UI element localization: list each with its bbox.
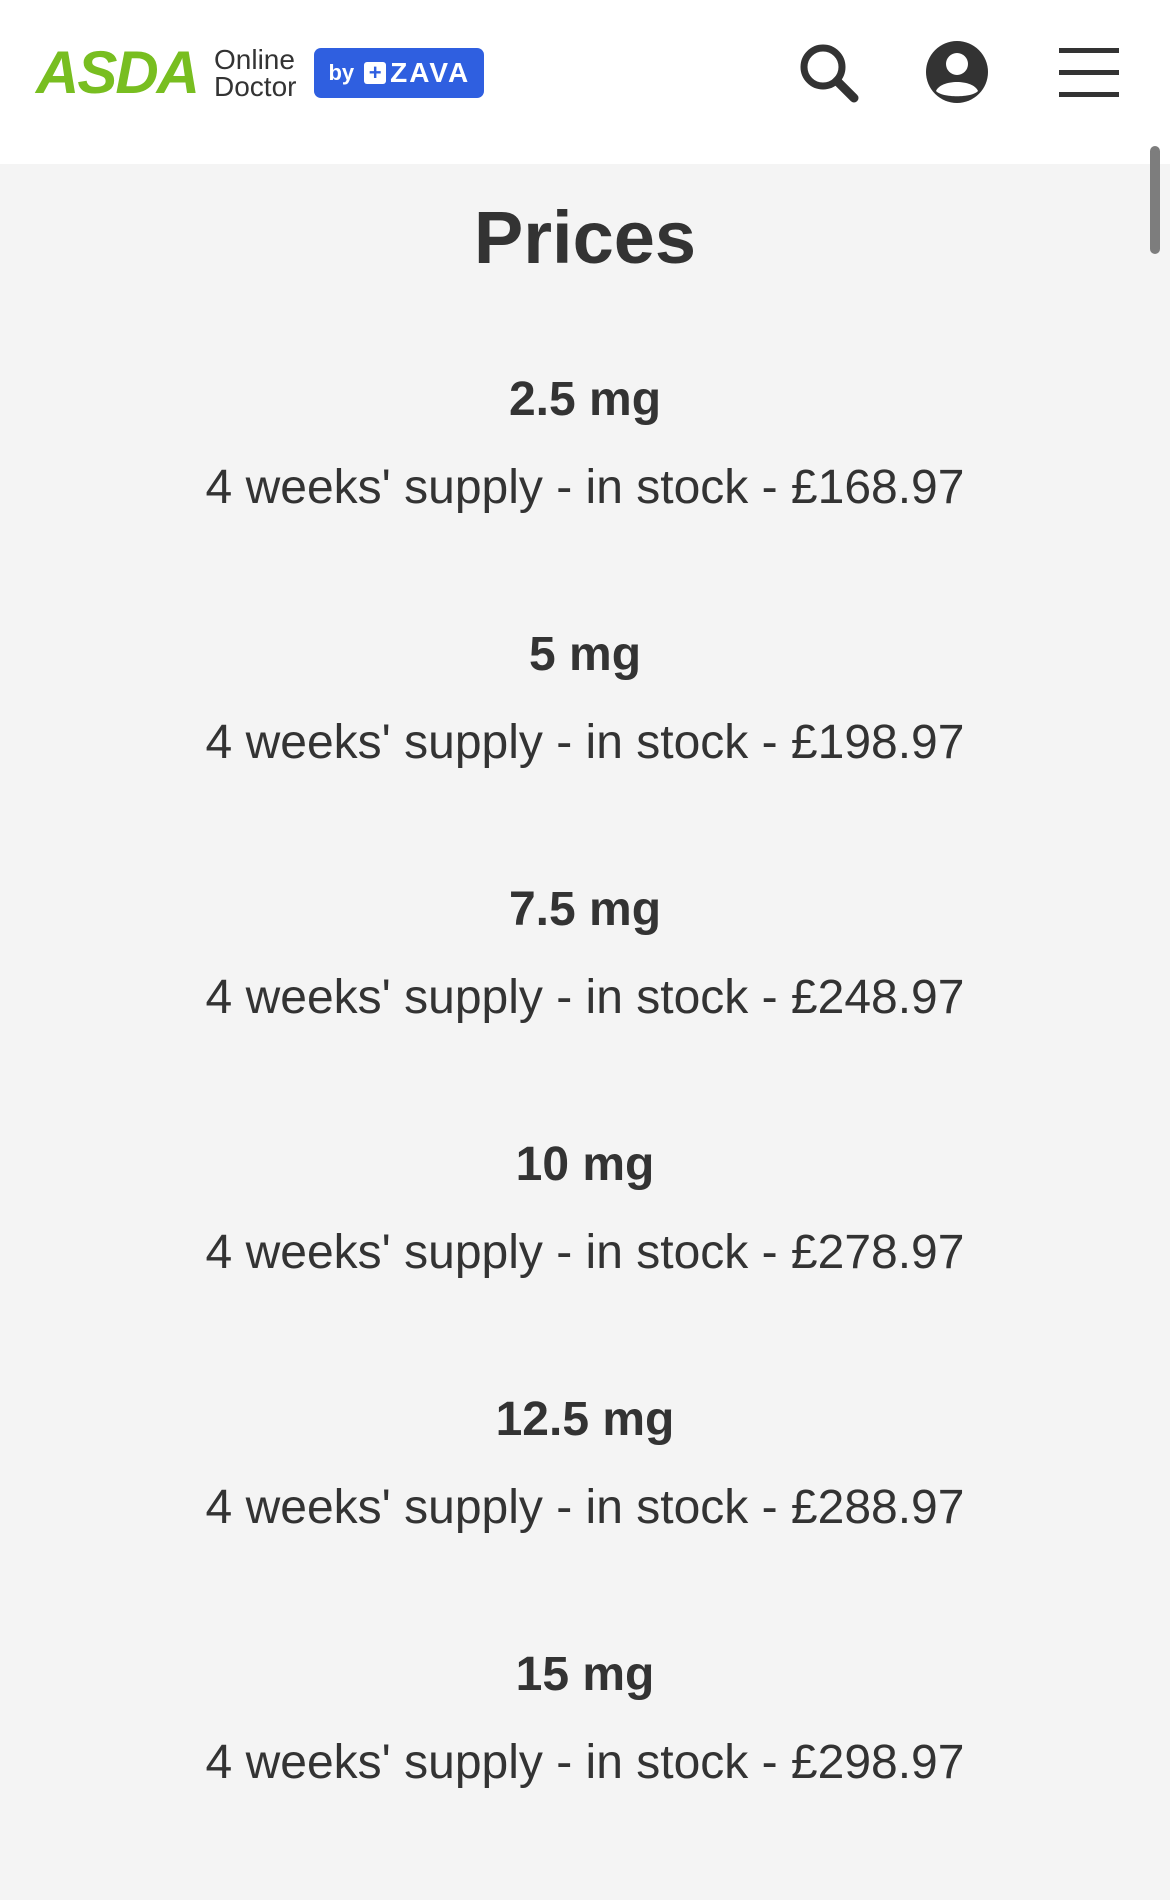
site-header: ASDA Online Doctor by + ZAVA	[0, 0, 1170, 164]
price-item: 10 mg 4 weeks' supply - in stock - £278.…	[0, 1135, 1170, 1390]
account-button[interactable]	[920, 36, 994, 110]
price-item: 5 mg 4 weeks' supply - in stock - £198.9…	[0, 625, 1170, 880]
logo-asda-text: ASDA	[36, 39, 200, 106]
supply-price-text: 4 weeks' supply - in stock - £288.97	[205, 1481, 965, 1534]
price-item: 7.5 mg 4 weeks' supply - in stock - £248…	[0, 880, 1170, 1135]
dose-label: 10 mg	[515, 1138, 655, 1191]
search-button[interactable]	[792, 36, 866, 110]
dose-label: 15 mg	[515, 1648, 655, 1701]
dose-label: 7.5 mg	[508, 883, 662, 936]
page-title: Prices	[473, 196, 697, 279]
badge-zava-text: ZAVA	[390, 57, 471, 88]
supply-price-text: 4 weeks' supply - in stock - £278.97	[205, 1226, 965, 1279]
supply-price-text: 4 weeks' supply - in stock - £198.97	[205, 716, 965, 769]
menu-button[interactable]	[1052, 36, 1126, 110]
asda-online-doctor-logo[interactable]: ASDA Online Doctor by + ZAVA	[36, 39, 485, 106]
zava-badge: by + ZAVA	[314, 48, 485, 98]
hamburger-menu-icon	[1059, 48, 1119, 97]
dose-label: 12.5 mg	[495, 1393, 675, 1446]
supply-price-text: 4 weeks' supply - in stock - £298.97	[205, 1736, 965, 1789]
logo-online-doctor: Online Doctor	[214, 44, 297, 102]
supply-price-text: 4 weeks' supply - in stock - £248.97	[205, 971, 965, 1024]
dose-label: 2.5 mg	[508, 373, 662, 426]
price-item: 12.5 mg 4 weeks' supply - in stock - £28…	[0, 1390, 1170, 1645]
supply-price-text: 4 weeks' supply - in stock - £168.97	[205, 461, 965, 514]
logo-online-text: Online	[214, 44, 295, 75]
zava-plus-icon: +	[364, 62, 387, 84]
price-list: 2.5 mg 4 weeks' supply - in stock - £168…	[0, 370, 1170, 1900]
logo-doctor-text: Doctor	[214, 71, 297, 102]
dose-label: 5 mg	[528, 628, 642, 681]
account-icon	[926, 41, 988, 103]
badge-by-text: by	[328, 60, 355, 85]
price-item: 15 mg 4 weeks' supply - in stock - £298.…	[0, 1645, 1170, 1900]
price-item: 2.5 mg 4 weeks' supply - in stock - £168…	[0, 370, 1170, 625]
search-icon	[800, 44, 859, 103]
